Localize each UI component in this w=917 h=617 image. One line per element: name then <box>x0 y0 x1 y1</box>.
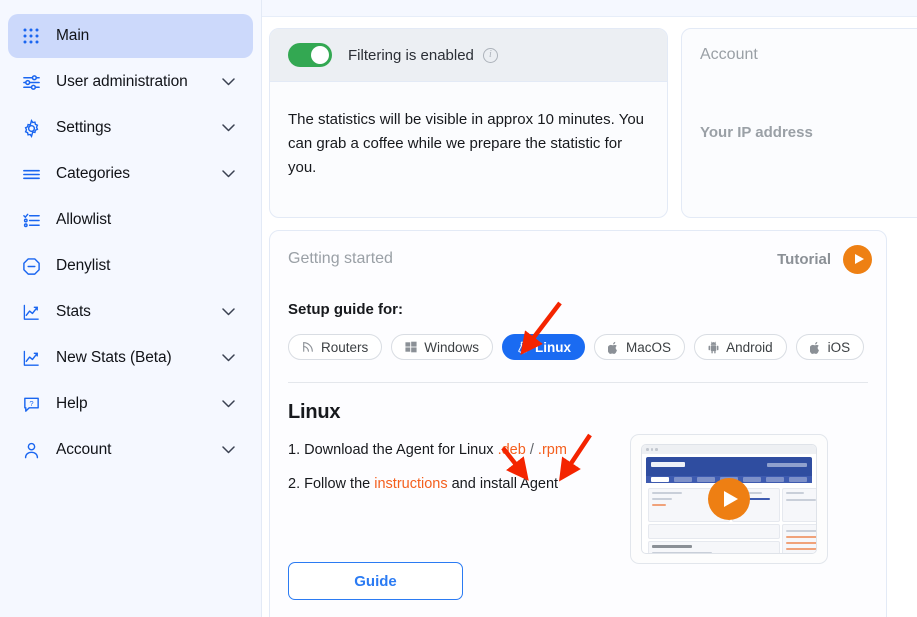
tutorial-video-thumbnail[interactable] <box>630 434 828 564</box>
gear-icon <box>20 117 42 139</box>
sidebar-item-denylist[interactable]: Denylist <box>8 244 253 288</box>
chart-line-icon <box>20 301 42 323</box>
step2-prefix: 2. Follow the <box>288 476 375 492</box>
grid-dots-icon <box>20 25 42 47</box>
chevron-down-icon[interactable] <box>222 165 235 183</box>
sidebar-item-label: Denylist <box>56 257 111 274</box>
sidebar-item-label: User administration <box>56 73 188 90</box>
account-card: Account Your IP address <box>681 28 917 218</box>
toggle-knob <box>311 46 329 64</box>
sliders-icon <box>20 71 42 93</box>
thumbnail-panel <box>648 524 780 539</box>
tab-label: Routers <box>321 339 369 355</box>
tutorial-label: Tutorial <box>777 250 831 268</box>
sidebar-item-label: Help <box>56 395 88 412</box>
sidebar: Main User administration Settings Catego… <box>0 0 262 617</box>
tab-label: Windows <box>424 339 480 355</box>
chevron-down-icon[interactable] <box>222 395 235 413</box>
chevron-down-icon[interactable] <box>222 119 235 137</box>
rss-router-icon <box>302 341 314 353</box>
tab-linux[interactable]: Linux <box>502 334 586 360</box>
info-icon[interactable]: i <box>482 47 498 63</box>
sidebar-item-account[interactable]: Account <box>8 428 253 472</box>
linux-tux-icon <box>516 341 528 354</box>
sidebar-item-label: Stats <box>56 303 91 320</box>
step1-separator: / <box>525 442 538 458</box>
chevron-down-icon[interactable] <box>222 73 235 91</box>
filtering-card: Filtering is enabled i The statistics wi… <box>269 28 668 218</box>
sidebar-item-new-stats-beta[interactable]: New Stats (Beta) <box>8 336 253 380</box>
chevron-down-icon[interactable] <box>222 303 235 321</box>
android-icon <box>708 341 719 354</box>
filtering-toggle-label: Filtering is enabled <box>348 46 474 64</box>
chevron-down-icon[interactable] <box>222 441 235 459</box>
sidebar-item-categories[interactable]: Categories <box>8 152 253 196</box>
thumbnail-play-icon[interactable] <box>708 478 750 520</box>
checklist-icon <box>20 209 42 231</box>
platform-tabs: Routers Windows Linux MacOS Android iOS <box>270 318 886 360</box>
tab-label: Linux <box>535 339 572 355</box>
sidebar-item-label: New Stats (Beta) <box>56 349 172 366</box>
user-icon <box>20 439 42 461</box>
guide-button[interactable]: Guide <box>288 562 463 600</box>
sidebar-item-stats[interactable]: Stats <box>8 290 253 334</box>
tab-label: Android <box>726 339 773 355</box>
sidebar-item-settings[interactable]: Settings <box>8 106 253 150</box>
tab-label: iOS <box>827 339 851 355</box>
sidebar-item-user-administration[interactable]: User administration <box>8 60 253 104</box>
tab-label: MacOS <box>626 339 672 355</box>
thumbnail-browser-bar <box>642 445 816 454</box>
step2-suffix: and install Agent <box>447 476 559 492</box>
svg-text:?: ? <box>29 398 33 407</box>
filtering-card-header: Filtering is enabled i <box>270 29 667 82</box>
getting-started-header: Getting started Tutorial <box>270 231 886 287</box>
chevron-down-icon[interactable] <box>222 349 235 367</box>
thumbnail-app-navbar <box>646 457 812 476</box>
sidebar-item-label: Main <box>56 27 90 44</box>
tab-routers[interactable]: Routers <box>288 334 383 360</box>
tab-windows[interactable]: Windows <box>391 334 494 360</box>
list-lines-icon <box>20 163 42 185</box>
sidebar-item-label: Settings <box>56 119 112 136</box>
tab-android[interactable]: Android <box>694 334 787 360</box>
sidebar-item-label: Categories <box>56 165 130 182</box>
sidebar-item-help[interactable]: ? Help <box>8 382 253 426</box>
play-icon[interactable] <box>843 244 872 274</box>
account-ip-label: Your IP address <box>700 124 813 141</box>
instructions-link[interactable]: instructions <box>374 476 447 492</box>
sidebar-item-label: Account <box>56 441 112 458</box>
getting-started-card: Getting started Tutorial Setup guide for… <box>269 230 887 617</box>
apple-icon <box>608 341 619 354</box>
top-strip <box>262 0 917 17</box>
sidebar-item-label: Allowlist <box>56 211 112 228</box>
getting-started-title: Getting started <box>288 250 393 267</box>
apple-icon <box>809 341 821 354</box>
windows-icon <box>405 341 417 353</box>
filtering-card-body: The statistics will be visible in approx… <box>288 111 645 176</box>
sidebar-item-main[interactable]: Main <box>8 14 253 58</box>
block-octagon-icon <box>20 255 42 277</box>
thumbnail-navbar-right <box>767 463 807 467</box>
os-section-title: Linux <box>288 401 341 423</box>
main-content: Filtering is enabled i The statistics wi… <box>262 0 917 617</box>
filtering-toggle[interactable] <box>288 43 332 67</box>
chart-line-icon <box>20 347 42 369</box>
setup-guide-label: Setup guide for: <box>288 301 403 318</box>
rpm-download-link[interactable]: .rpm <box>538 442 567 458</box>
step1-prefix: 1. Download the Agent for Linux <box>288 442 498 458</box>
app-root: Main User administration Settings Catego… <box>0 0 917 617</box>
account-card-title: Account <box>700 46 758 63</box>
help-chat-icon: ? <box>20 393 42 415</box>
tab-ios[interactable]: iOS <box>795 334 865 360</box>
tab-macos[interactable]: MacOS <box>594 334 686 360</box>
deb-download-link[interactable]: .deb <box>498 442 526 458</box>
sidebar-item-allowlist[interactable]: Allowlist <box>8 198 253 242</box>
thumbnail-brand-logo <box>651 462 685 467</box>
tutorial-button[interactable]: Tutorial <box>777 244 872 274</box>
